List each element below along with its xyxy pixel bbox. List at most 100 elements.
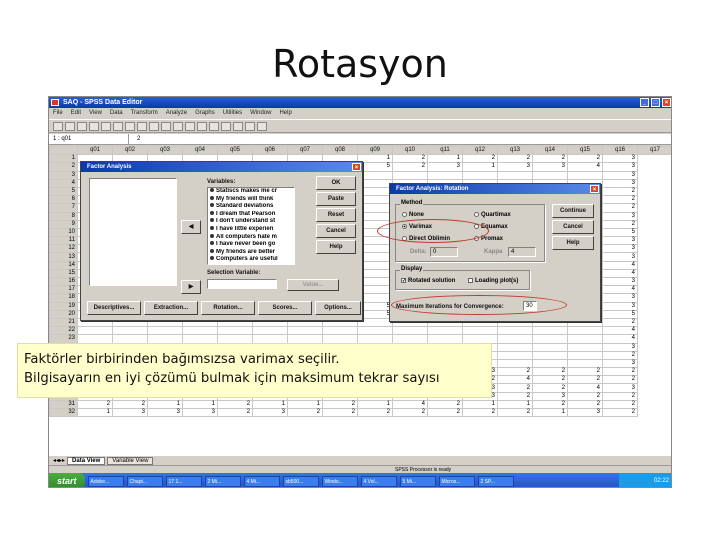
data-cell[interactable] — [567, 342, 603, 352]
data-cell[interactable] — [532, 342, 568, 352]
data-cell[interactable]: 1 — [182, 399, 218, 410]
taskbar-item[interactable]: Windo... — [321, 475, 358, 487]
row-number[interactable]: 3 — [49, 170, 78, 180]
data-cell[interactable]: 2 — [287, 407, 323, 418]
row-number[interactable]: 6 — [49, 195, 78, 205]
data-cell[interactable]: 3 — [427, 162, 463, 172]
row-number[interactable]: 4 — [49, 178, 78, 188]
data-cell[interactable]: 2 — [602, 399, 638, 410]
data-cell[interactable]: 2 — [427, 407, 463, 418]
taskbar-item[interactable]: 2 Mi... — [204, 475, 241, 487]
variable-item[interactable]: All computers hate m — [208, 233, 294, 242]
data-cell[interactable]: 3 — [147, 407, 183, 418]
data-cell[interactable]: 4 — [602, 285, 638, 295]
close-icon[interactable]: × — [590, 185, 599, 193]
data-cell[interactable]: 3 — [567, 407, 603, 418]
data-cell[interactable] — [532, 326, 568, 336]
start-button[interactable]: start — [49, 473, 85, 487]
data-cell[interactable]: 3 — [602, 342, 638, 352]
variable-item[interactable]: My friends are better — [208, 248, 294, 257]
data-cell[interactable] — [112, 326, 148, 336]
row-number[interactable]: 1 — [49, 154, 78, 164]
ok-button[interactable]: OK — [316, 176, 356, 190]
checkbox-box[interactable] — [468, 278, 473, 283]
column-header[interactable]: q05 — [217, 146, 253, 156]
data-cell[interactable]: 2 — [112, 399, 148, 410]
data-cell[interactable]: 3 — [602, 301, 638, 311]
value-button[interactable]: Value... — [287, 279, 339, 291]
data-cell[interactable]: 3 — [602, 178, 638, 188]
options-button[interactable]: Options... — [315, 301, 361, 315]
column-header[interactable]: q15 — [567, 146, 603, 156]
menu-item[interactable]: View — [89, 108, 102, 118]
row-number[interactable]: 32 — [49, 407, 78, 418]
row-number[interactable]: 20 — [49, 309, 78, 319]
data-cell[interactable] — [357, 326, 393, 336]
data-cell[interactable]: 2 — [532, 383, 568, 393]
data-cell[interactable]: 3 — [602, 293, 638, 303]
data-cell[interactable]: 3 — [602, 154, 638, 164]
tab-data-view[interactable]: Data View — [67, 456, 106, 465]
move-selection-button[interactable]: ▶ — [181, 280, 201, 294]
data-cell[interactable] — [567, 358, 603, 369]
data-cell[interactable] — [287, 326, 323, 336]
taskbar-item[interactable]: 4 Mi... — [243, 475, 280, 487]
data-cell[interactable] — [392, 326, 428, 336]
data-cell[interactable] — [322, 334, 358, 344]
data-cell[interactable] — [532, 334, 568, 344]
data-cell[interactable] — [462, 170, 498, 180]
data-cell[interactable]: 1 — [147, 399, 183, 410]
row-number[interactable]: 2 — [49, 162, 78, 172]
delta-field[interactable]: 0 — [430, 247, 458, 257]
data-cell[interactable]: 2 — [77, 399, 113, 410]
toolbar-button-icon[interactable] — [173, 122, 183, 131]
variable-item[interactable]: I don't understand st — [208, 218, 294, 226]
data-cell[interactable] — [532, 170, 568, 180]
tab-variable-view[interactable]: Variable View — [107, 456, 154, 465]
toolbar-button-icon[interactable] — [161, 122, 171, 131]
cell-value[interactable]: 2 — [129, 136, 140, 142]
data-cell[interactable]: 3 — [602, 162, 638, 172]
data-cell[interactable] — [497, 334, 533, 344]
data-cell[interactable] — [252, 334, 288, 344]
toolbar-button-icon[interactable] — [185, 122, 195, 131]
variable-item[interactable]: I have little experien — [208, 225, 294, 234]
row-number[interactable]: 9 — [49, 219, 78, 229]
data-cell[interactable] — [427, 334, 463, 344]
data-cell[interactable]: 2 — [567, 154, 603, 164]
data-cell[interactable] — [567, 334, 603, 344]
data-cell[interactable]: 2 — [462, 154, 498, 164]
data-cell[interactable]: 2 — [602, 367, 638, 377]
variable-item[interactable]: Statiscs makes me cr — [208, 188, 294, 196]
column-header[interactable]: q10 — [392, 146, 428, 156]
help-button[interactable]: Help — [316, 240, 356, 254]
data-cell[interactable]: 1 — [77, 407, 113, 418]
data-cell[interactable]: 2 — [567, 399, 603, 410]
column-header[interactable]: q12 — [462, 146, 498, 156]
data-cell[interactable]: 3 — [497, 162, 533, 172]
cancel-button[interactable]: Cancel — [552, 220, 594, 234]
data-cell[interactable] — [287, 334, 323, 344]
row-number[interactable]: 12 — [49, 244, 78, 254]
maximize-icon[interactable]: □ — [651, 98, 660, 107]
data-cell[interactable]: 5 — [602, 227, 638, 238]
variable-item[interactable]: Standard deviations — [208, 203, 294, 211]
data-cell[interactable]: 1 — [427, 154, 463, 164]
paste-button[interactable]: Paste — [316, 192, 356, 206]
data-cell[interactable]: 3 — [602, 276, 638, 287]
data-cell[interactable]: 2 — [532, 154, 568, 164]
toolbar-button-icon[interactable] — [197, 122, 207, 131]
data-cell[interactable] — [497, 350, 533, 360]
move-variable-button[interactable]: ◀ — [181, 220, 201, 234]
menu-item[interactable]: Data — [110, 108, 123, 118]
reset-button[interactable]: Reset — [316, 208, 356, 222]
row-number[interactable]: 15 — [49, 268, 78, 279]
data-cell[interactable]: 1 — [532, 407, 568, 418]
data-cell[interactable] — [427, 170, 463, 180]
row-number[interactable]: 21 — [49, 317, 78, 328]
close-icon[interactable]: × — [352, 163, 361, 171]
data-cell[interactable] — [182, 334, 218, 344]
data-cell[interactable] — [357, 334, 393, 344]
data-cell[interactable]: 2 — [497, 391, 533, 401]
continue-button[interactable]: Continue — [552, 204, 594, 218]
